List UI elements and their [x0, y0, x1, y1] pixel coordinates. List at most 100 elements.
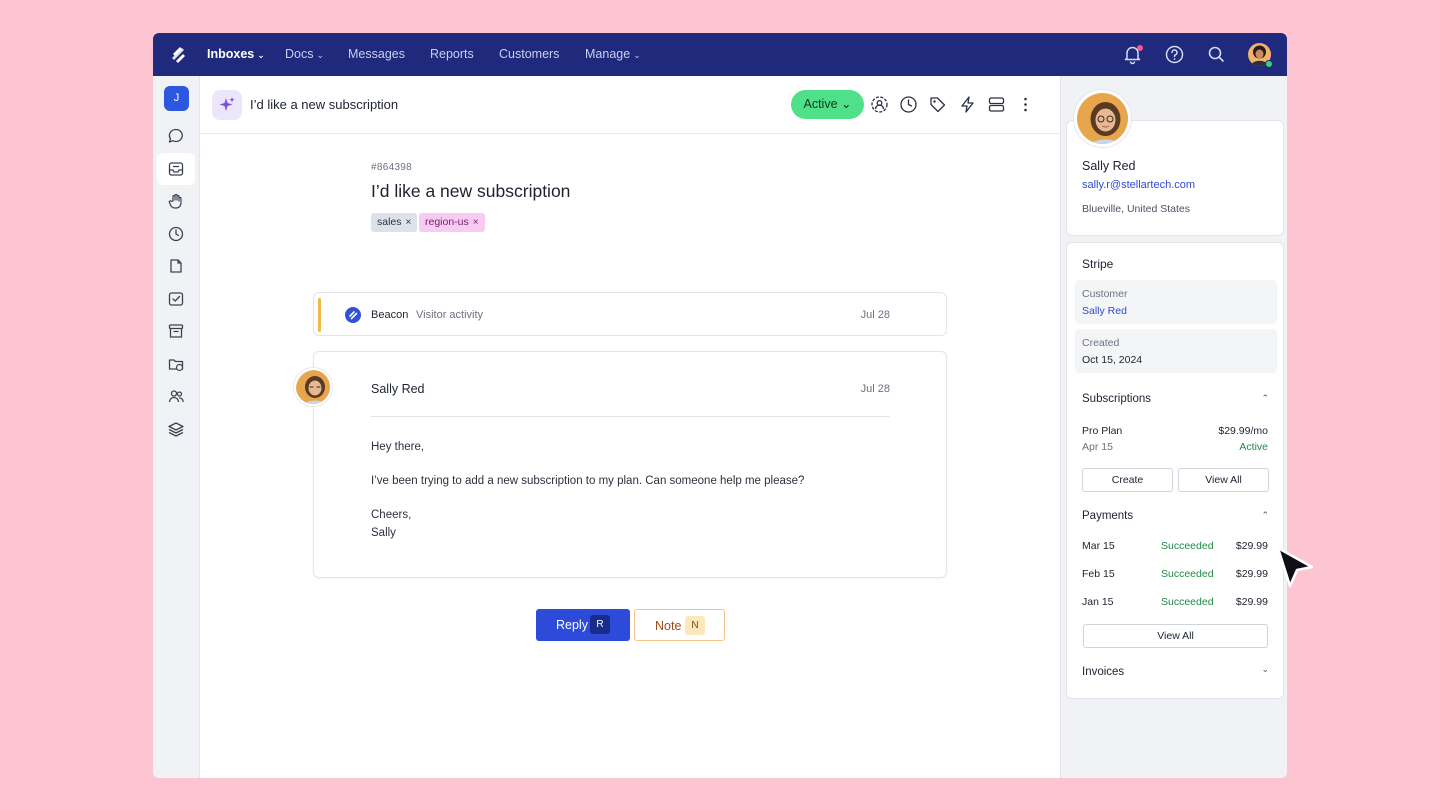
- message-line: Hey there,: [371, 441, 425, 453]
- assign-user-icon[interactable]: [870, 95, 889, 114]
- chevron-up-icon[interactable]: ⌃: [1261, 393, 1269, 404]
- archive-icon[interactable]: [167, 322, 185, 340]
- payment-status: Succeeded: [1161, 568, 1214, 580]
- activity-accent-bar: [318, 298, 321, 332]
- nav-manage[interactable]: Manage ⌄: [585, 33, 641, 76]
- field-value: Oct 15, 2024: [1082, 354, 1143, 366]
- nav-reports[interactable]: Reports: [430, 33, 474, 76]
- beacon-activity-item[interactable]: Beacon Visitor activity Jul 28: [313, 292, 947, 336]
- customer-sidebar: Sally Red sally.r@stellartech.com Bluevi…: [1060, 76, 1287, 778]
- customer-message: Sally Red Jul 28 Hey there, I’ve been tr…: [313, 351, 947, 578]
- conversation-pane: I’d like a new subscription Active ⌄ #86…: [200, 76, 1060, 778]
- top-navigation: Inboxes ⌄ Docs ⌄ Messages Reports Customer…: [153, 33, 1287, 76]
- nav-inboxes-label: Inboxes: [207, 47, 255, 61]
- tag-region-us[interactable]: region-us ×: [419, 213, 485, 232]
- chevron-down-icon[interactable]: ⌄: [1261, 664, 1269, 675]
- nav-messages[interactable]: Messages: [348, 33, 405, 76]
- chevron-down-icon: ⌄: [316, 50, 325, 60]
- left-rail: J: [153, 76, 200, 778]
- reply-label: Reply: [556, 618, 588, 632]
- nav-messages-label: Messages: [348, 47, 405, 61]
- payment-amount: $29.99: [1235, 568, 1268, 580]
- users-icon[interactable]: [167, 387, 185, 405]
- snooze-clock-icon[interactable]: [899, 95, 918, 114]
- nav-manage-label: Manage: [585, 47, 631, 61]
- payments-section-toggle[interactable]: Payments: [1082, 510, 1133, 522]
- online-status-dot: [1265, 60, 1273, 68]
- nav-customers[interactable]: Customers: [499, 33, 559, 76]
- nav-customers-label: Customers: [499, 47, 560, 61]
- app-window: Inboxes ⌄ Docs ⌄ Messages Reports Customer…: [153, 33, 1287, 778]
- helpscout-logo-icon[interactable]: [169, 45, 189, 65]
- more-options-icon[interactable]: [1016, 95, 1035, 114]
- stripe-title: Stripe: [1082, 257, 1114, 271]
- invoices-section-toggle[interactable]: Invoices: [1082, 666, 1124, 678]
- ticket-number: #864398: [371, 162, 413, 173]
- folder-shield-icon[interactable]: [167, 355, 185, 373]
- stripe-customer-field: Customer Sally Red: [1075, 280, 1277, 324]
- layers-icon[interactable]: [167, 420, 185, 438]
- status-dropdown[interactable]: Active ⌄: [791, 90, 864, 119]
- customer-avatar: [1074, 90, 1131, 147]
- ai-assist-button[interactable]: [212, 90, 242, 120]
- stripe-panel: Stripe Customer Sally Red Created Oct 15…: [1066, 242, 1284, 699]
- close-icon[interactable]: ×: [473, 217, 479, 228]
- chevron-up-icon[interactable]: ⌃: [1261, 510, 1269, 521]
- nav-docs-label: Docs: [285, 47, 314, 61]
- customer-location: Blueville, United States: [1082, 203, 1190, 215]
- message-line: I’ve been trying to add a new subscripti…: [371, 475, 805, 487]
- activity-date: Jul 28: [860, 309, 890, 321]
- create-subscription-button[interactable]: Create: [1082, 468, 1173, 492]
- subscription-date: Apr 15: [1082, 441, 1113, 453]
- clock-icon[interactable]: [167, 225, 185, 243]
- payment-date: Jan 15: [1082, 596, 1114, 608]
- stripe-created-field: Created Oct 15, 2024: [1075, 329, 1277, 373]
- reply-button[interactable]: Reply R: [536, 609, 630, 641]
- payment-status: Succeeded: [1161, 596, 1214, 608]
- subscriptions-section-toggle[interactable]: Subscriptions: [1082, 393, 1151, 405]
- inbox-icon[interactable]: [167, 160, 185, 178]
- sparkle-icon: [219, 97, 235, 111]
- activity-source: Beacon: [371, 309, 409, 321]
- chevron-down-icon: ⌄: [257, 50, 265, 60]
- close-icon[interactable]: ×: [406, 217, 412, 228]
- mouse-pointer-icon: [1276, 546, 1314, 588]
- message-divider: [371, 416, 890, 417]
- activity-type: Visitor activity: [416, 309, 484, 321]
- conversation-header: I’d like a new subscription Active ⌄: [200, 76, 1060, 134]
- layout-panels-icon[interactable]: [987, 95, 1006, 114]
- message-line: Sally: [371, 527, 396, 539]
- search-icon[interactable]: [1206, 44, 1227, 65]
- field-label: Customer: [1082, 288, 1128, 300]
- note-button[interactable]: Note N: [634, 609, 725, 641]
- payment-date: Feb 15: [1082, 568, 1115, 580]
- view-all-payments-button[interactable]: View All: [1083, 624, 1268, 648]
- message-author: Sally Red: [371, 382, 425, 396]
- stripe-customer-link[interactable]: Sally Red: [1082, 305, 1127, 317]
- chat-bubble-icon[interactable]: [167, 127, 185, 145]
- mail-check-icon[interactable]: [167, 290, 185, 308]
- lightning-icon[interactable]: [958, 95, 977, 114]
- header-title: I’d like a new subscription: [250, 97, 399, 112]
- payment-date: Mar 15: [1082, 540, 1115, 552]
- help-icon[interactable]: [1164, 44, 1185, 65]
- nav-docs[interactable]: Docs ⌄: [285, 33, 324, 76]
- hand-icon[interactable]: [167, 192, 185, 210]
- tag-label: sales: [377, 216, 402, 228]
- notification-dot: [1137, 45, 1143, 51]
- document-icon[interactable]: [167, 257, 185, 275]
- nav-inboxes[interactable]: Inboxes ⌄: [207, 33, 265, 76]
- view-all-subscriptions-button[interactable]: View All: [1178, 468, 1269, 492]
- conversation-title: I’d like a new subscription: [371, 181, 571, 201]
- user-switcher[interactable]: J: [164, 86, 189, 111]
- note-shortcut-key: N: [685, 616, 705, 635]
- message-author-avatar: [294, 368, 332, 406]
- payment-amount: $29.99: [1235, 596, 1268, 608]
- customer-email[interactable]: sally.r@stellartech.com: [1082, 179, 1195, 191]
- tag-icon[interactable]: [928, 95, 947, 114]
- chevron-down-icon: ⌄: [633, 50, 641, 60]
- subscription-plan: Pro Plan: [1082, 425, 1123, 437]
- tag-sales[interactable]: sales ×: [371, 213, 418, 232]
- payment-status: Succeeded: [1161, 540, 1214, 552]
- nav-reports-label: Reports: [430, 47, 474, 61]
